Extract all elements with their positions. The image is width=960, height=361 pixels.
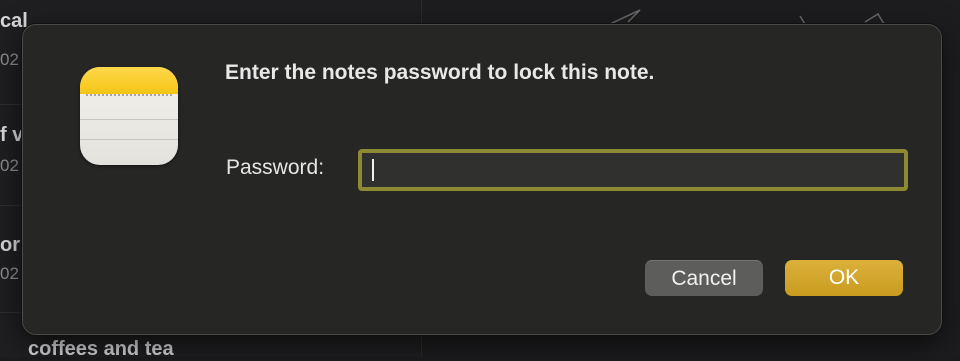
- password-field[interactable]: [358, 149, 908, 191]
- list-item-date: 02: [0, 264, 19, 283]
- cancel-button[interactable]: Cancel: [645, 260, 763, 296]
- list-item-date: 02: [0, 156, 19, 175]
- list-item-title: f v: [0, 124, 24, 146]
- text-caret: [372, 159, 374, 181]
- notes-app-icon: [80, 67, 178, 165]
- list-item-title: or: [0, 234, 20, 256]
- dialog-message: Enter the notes password to lock this no…: [225, 61, 655, 84]
- list-item-date: 02: [0, 50, 19, 69]
- ok-button[interactable]: OK: [785, 260, 903, 296]
- lock-note-dialog: Enter the notes password to lock this no…: [22, 24, 942, 335]
- list-item-title: coffees and tea: [28, 338, 174, 360]
- password-label: Password:: [226, 156, 325, 179]
